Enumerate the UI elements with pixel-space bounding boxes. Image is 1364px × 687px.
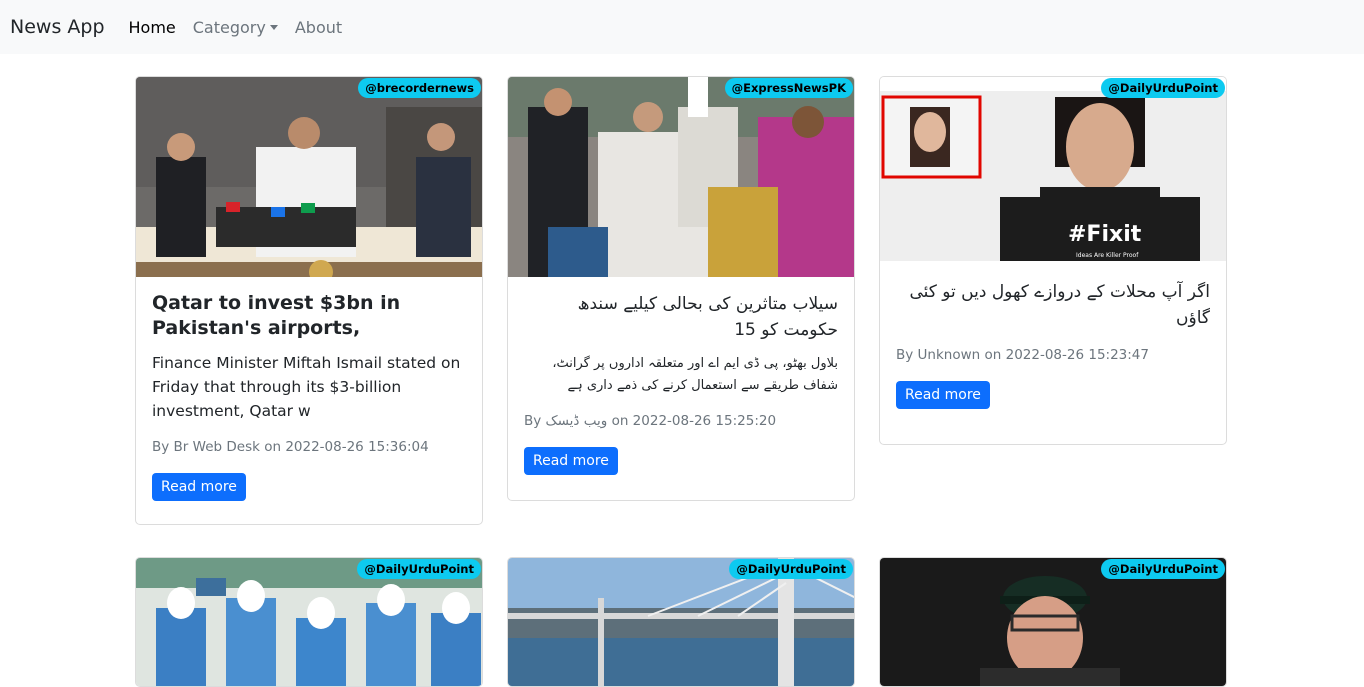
card-title: سیلاب متاثرین کی بحالی کیلیے سندھ حکومت …	[577, 294, 838, 340]
source-badge: @DailyUrduPoint	[357, 559, 481, 579]
card-meta-suffix: on 2022-08-26 15:25:20	[607, 413, 777, 429]
news-card: @brecordernews Qatar to invest $3bn in P…	[135, 76, 483, 525]
chevron-down-icon	[269, 24, 278, 30]
nav-category-label: Category	[192, 17, 266, 37]
read-more-button[interactable]: Read more	[524, 447, 618, 475]
source-badge: @DailyUrduPoint	[1101, 78, 1225, 98]
card-title: اگر آپ محلات کے دروازے کھول دیں تو کئی گ…	[909, 282, 1210, 328]
card-body: سیلاب متاثرین کی بحالی کیلیے سندھ حکومت …	[508, 277, 854, 491]
image-text: #Fixit	[1068, 222, 1142, 247]
news-card: @DailyUrduPoint	[507, 557, 855, 687]
news-card: @DailyUrduPoint	[879, 557, 1227, 687]
news-image: @ExpressNewsPK	[508, 77, 854, 277]
news-card: @DailyUrduPoint	[135, 557, 483, 687]
read-more-button[interactable]: Read more	[152, 473, 246, 501]
nav-about[interactable]: About	[295, 18, 342, 37]
news-card: #Fixit Ideas Are Killer Proof @DailyUrdu…	[879, 76, 1227, 445]
navbar-brand[interactable]: News App	[10, 16, 105, 38]
card-meta: By Unknown on 2022-08-26 15:23:47	[896, 347, 1149, 363]
news-card: @ExpressNewsPK سیلاب متاثرین کی بحالی کی…	[507, 76, 855, 501]
source-badge: @brecordernews	[358, 78, 481, 98]
source-badge: @DailyUrduPoint	[1101, 559, 1225, 579]
card-meta-author: ویب ڈیسک	[545, 413, 608, 429]
news-image: @brecordernews	[136, 77, 482, 277]
source-badge: @ExpressNewsPK	[724, 78, 853, 98]
card-body: اگر آپ محلات کے دروازے کھول دیں تو کئی گ…	[880, 261, 1226, 425]
card-body: Qatar to invest $3bn in Pakistan's airpo…	[136, 277, 482, 517]
card-meta: By Br Web Desk on 2022-08-26 15:36:04	[152, 439, 429, 455]
news-image: @DailyUrduPoint	[508, 558, 854, 686]
image-subtext: Ideas Are Killer Proof	[1076, 252, 1139, 259]
news-image: @DailyUrduPoint	[880, 558, 1226, 686]
card-meta-prefix: By	[524, 413, 546, 429]
nav-category-dropdown[interactable]: Category	[193, 18, 278, 37]
card-description: بلاول بھٹو، پی ڈی ایم اے اور متعلقہ ادار…	[552, 356, 838, 393]
card-title: Qatar to invest $3bn in Pakistan's airpo…	[152, 292, 401, 339]
card-meta: By ویب ڈیسک on 2022-08-26 15:25:20	[524, 413, 838, 429]
read-more-button[interactable]: Read more	[896, 381, 990, 409]
card-description: Finance Minister Miftah Ismail stated on…	[152, 354, 461, 420]
source-badge: @DailyUrduPoint	[729, 559, 853, 579]
navbar: News App Home Category About	[0, 0, 1364, 54]
news-image: #Fixit Ideas Are Killer Proof @DailyUrdu…	[880, 77, 1226, 261]
nav-home[interactable]: Home	[129, 18, 176, 37]
news-image: @DailyUrduPoint	[136, 558, 482, 686]
